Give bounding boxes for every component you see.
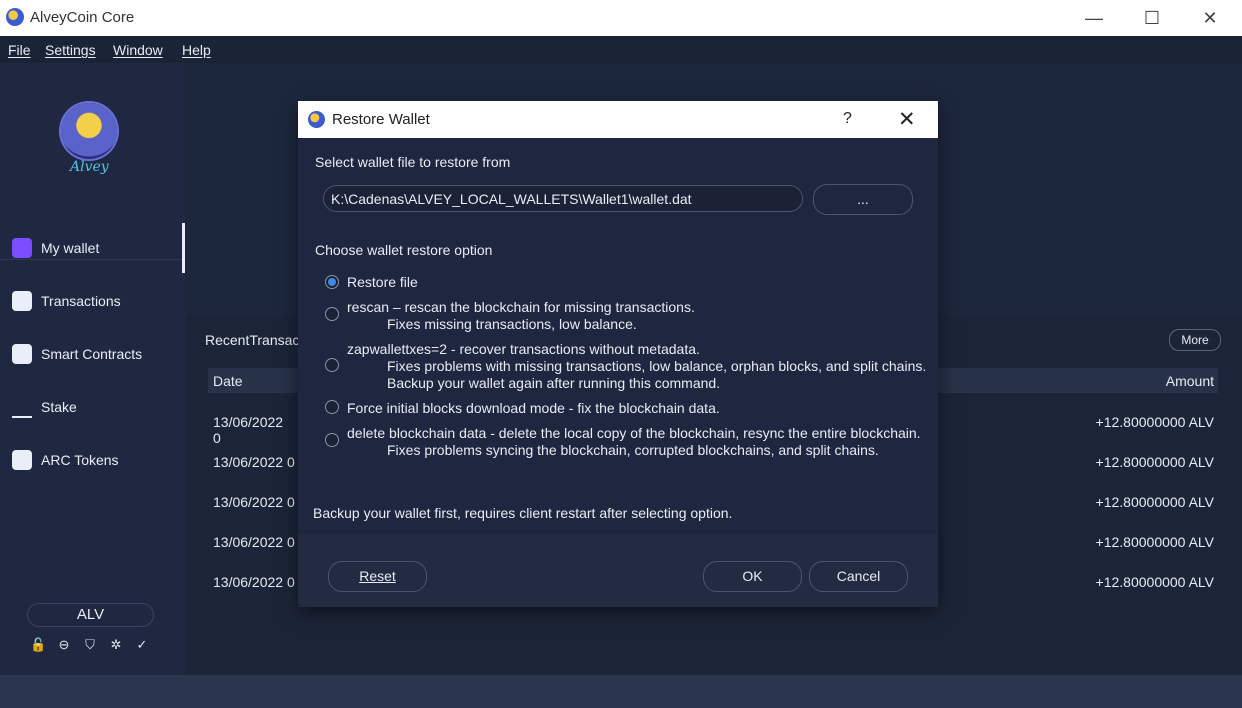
column-amount[interactable]: Amount [1166,373,1214,389]
recent-transactions-title: RecentTransact [205,332,304,348]
window-title-bar: AlveyCoin Core — ☐ ✕ [0,0,1242,36]
radio-force-download[interactable] [325,400,339,414]
sidebar-item-label: Stake [41,399,77,415]
option-title[interactable]: zapwallettxes=2 - recover transactions w… [347,341,700,357]
column-date[interactable]: Date [213,373,243,389]
minimize-icon: — [1085,7,1103,28]
check-icon[interactable]: ✓ [134,637,150,653]
sidebar-item-my-wallet[interactable]: My wallet [0,223,185,273]
option-description: Fixes missing transactions, low balance. [387,316,637,332]
radio-rescan[interactable] [325,307,339,321]
minimize-button[interactable]: — [1065,0,1123,36]
dialog-title-bar: Restore Wallet ? ✕ [298,101,938,138]
app-logo-icon [6,8,24,26]
option-description: Fixes problems syncing the blockchain, c… [387,442,879,458]
sidebar-item-smart-contracts[interactable]: Smart Contracts [0,329,185,379]
lock-icon[interactable]: 🔓 [30,637,46,653]
select-file-label: Select wallet file to restore from [315,154,511,170]
reset-button[interactable]: Reset [328,561,427,592]
option-description: Fixes problems with missing transactions… [387,358,927,374]
unit-selector[interactable]: ALV [27,603,154,627]
row-date: 13/06/2022 0 [213,494,295,510]
status-bar [0,675,1242,708]
menu-file[interactable]: File [8,42,31,58]
more-button[interactable]: More [1169,329,1221,351]
row-amount: +12.80000000 ALV [1095,414,1214,430]
ok-button[interactable]: OK [703,561,802,592]
radio-delete-blockchain[interactable] [325,433,339,447]
radio-zapwallettxes[interactable] [325,358,339,372]
sidebar-item-stake[interactable]: Stake [0,382,185,432]
sidebar-item-arc-tokens[interactable]: ARC Tokens [0,435,185,485]
sidebar-item-label: ARC Tokens [41,452,119,468]
menu-window[interactable]: Window [113,42,163,58]
sidebar-item-label: Transactions [41,293,121,309]
shield-icon[interactable]: ⛉ [82,637,98,653]
option-description: Backup your wallet again after running t… [387,375,721,391]
cancel-button[interactable]: Cancel [809,561,908,592]
row-amount: +12.80000000 ALV [1095,534,1214,550]
radio-restore-file[interactable] [325,275,339,289]
menu-help[interactable]: Help [182,42,211,58]
dialog-title: Restore Wallet [332,111,430,128]
restore-wallet-dialog: Restore Wallet ? ✕ Select wallet file to… [298,101,938,607]
wallet-icon [12,238,32,258]
close-icon: ✕ [1202,7,1218,28]
list-icon [12,291,32,311]
row-amount: +12.80000000 ALV [1095,454,1214,470]
close-window-button[interactable]: ✕ [1181,0,1239,36]
option-title[interactable]: delete blockchain data - delete the loca… [347,425,921,441]
close-icon[interactable]: ✕ [898,107,916,132]
logo-text: Alvey [70,159,109,175]
row-date: 13/06/2022 0 [213,574,295,590]
help-icon[interactable]: ? [843,110,852,128]
browse-button[interactable]: ... [813,184,913,215]
sidebar-item-transactions[interactable]: Transactions [0,276,185,326]
option-title[interactable]: Force initial blocks download mode - fix… [347,400,720,416]
row-date: 13/06/2022 0 [213,534,295,550]
menu-bar: File Settings Window Help [0,36,1242,63]
sidebar: Alvey My wallet Transactions Smart Contr… [0,63,185,675]
maximize-button[interactable]: ☐ [1123,0,1181,36]
row-amount: +12.80000000 ALV [1095,574,1214,590]
backup-note: Backup your wallet first, requires clien… [313,505,733,521]
maximize-icon: ☐ [1143,7,1161,28]
token-icon [12,450,32,470]
row-amount: +12.80000000 ALV [1095,494,1214,510]
sidebar-item-label: My wallet [41,240,100,256]
window-title: AlveyCoin Core [30,9,135,26]
option-title[interactable]: Restore file [347,274,418,290]
row-date: 13/06/2022 0 [213,454,295,470]
contract-icon [12,344,32,364]
menu-settings[interactable]: Settings [45,42,96,58]
option-title[interactable]: rescan – rescan the blockchain for missi… [347,299,695,315]
stake-icon [12,396,32,418]
minus-circle-icon[interactable]: ⊖ [56,637,72,653]
row-date: 13/06/2022 0 [213,414,284,446]
dialog-footer: Reset OK Cancel [298,534,938,607]
alvey-logo [61,103,117,159]
restore-option-label: Choose wallet restore option [315,242,493,258]
network-icon[interactable]: ✲ [108,637,124,653]
dialog-app-icon [308,111,325,128]
wallet-path-input[interactable]: K:\Cadenas\ALVEY_LOCAL_WALLETS\Wallet1\w… [323,185,803,212]
sidebar-item-label: Smart Contracts [41,346,143,362]
